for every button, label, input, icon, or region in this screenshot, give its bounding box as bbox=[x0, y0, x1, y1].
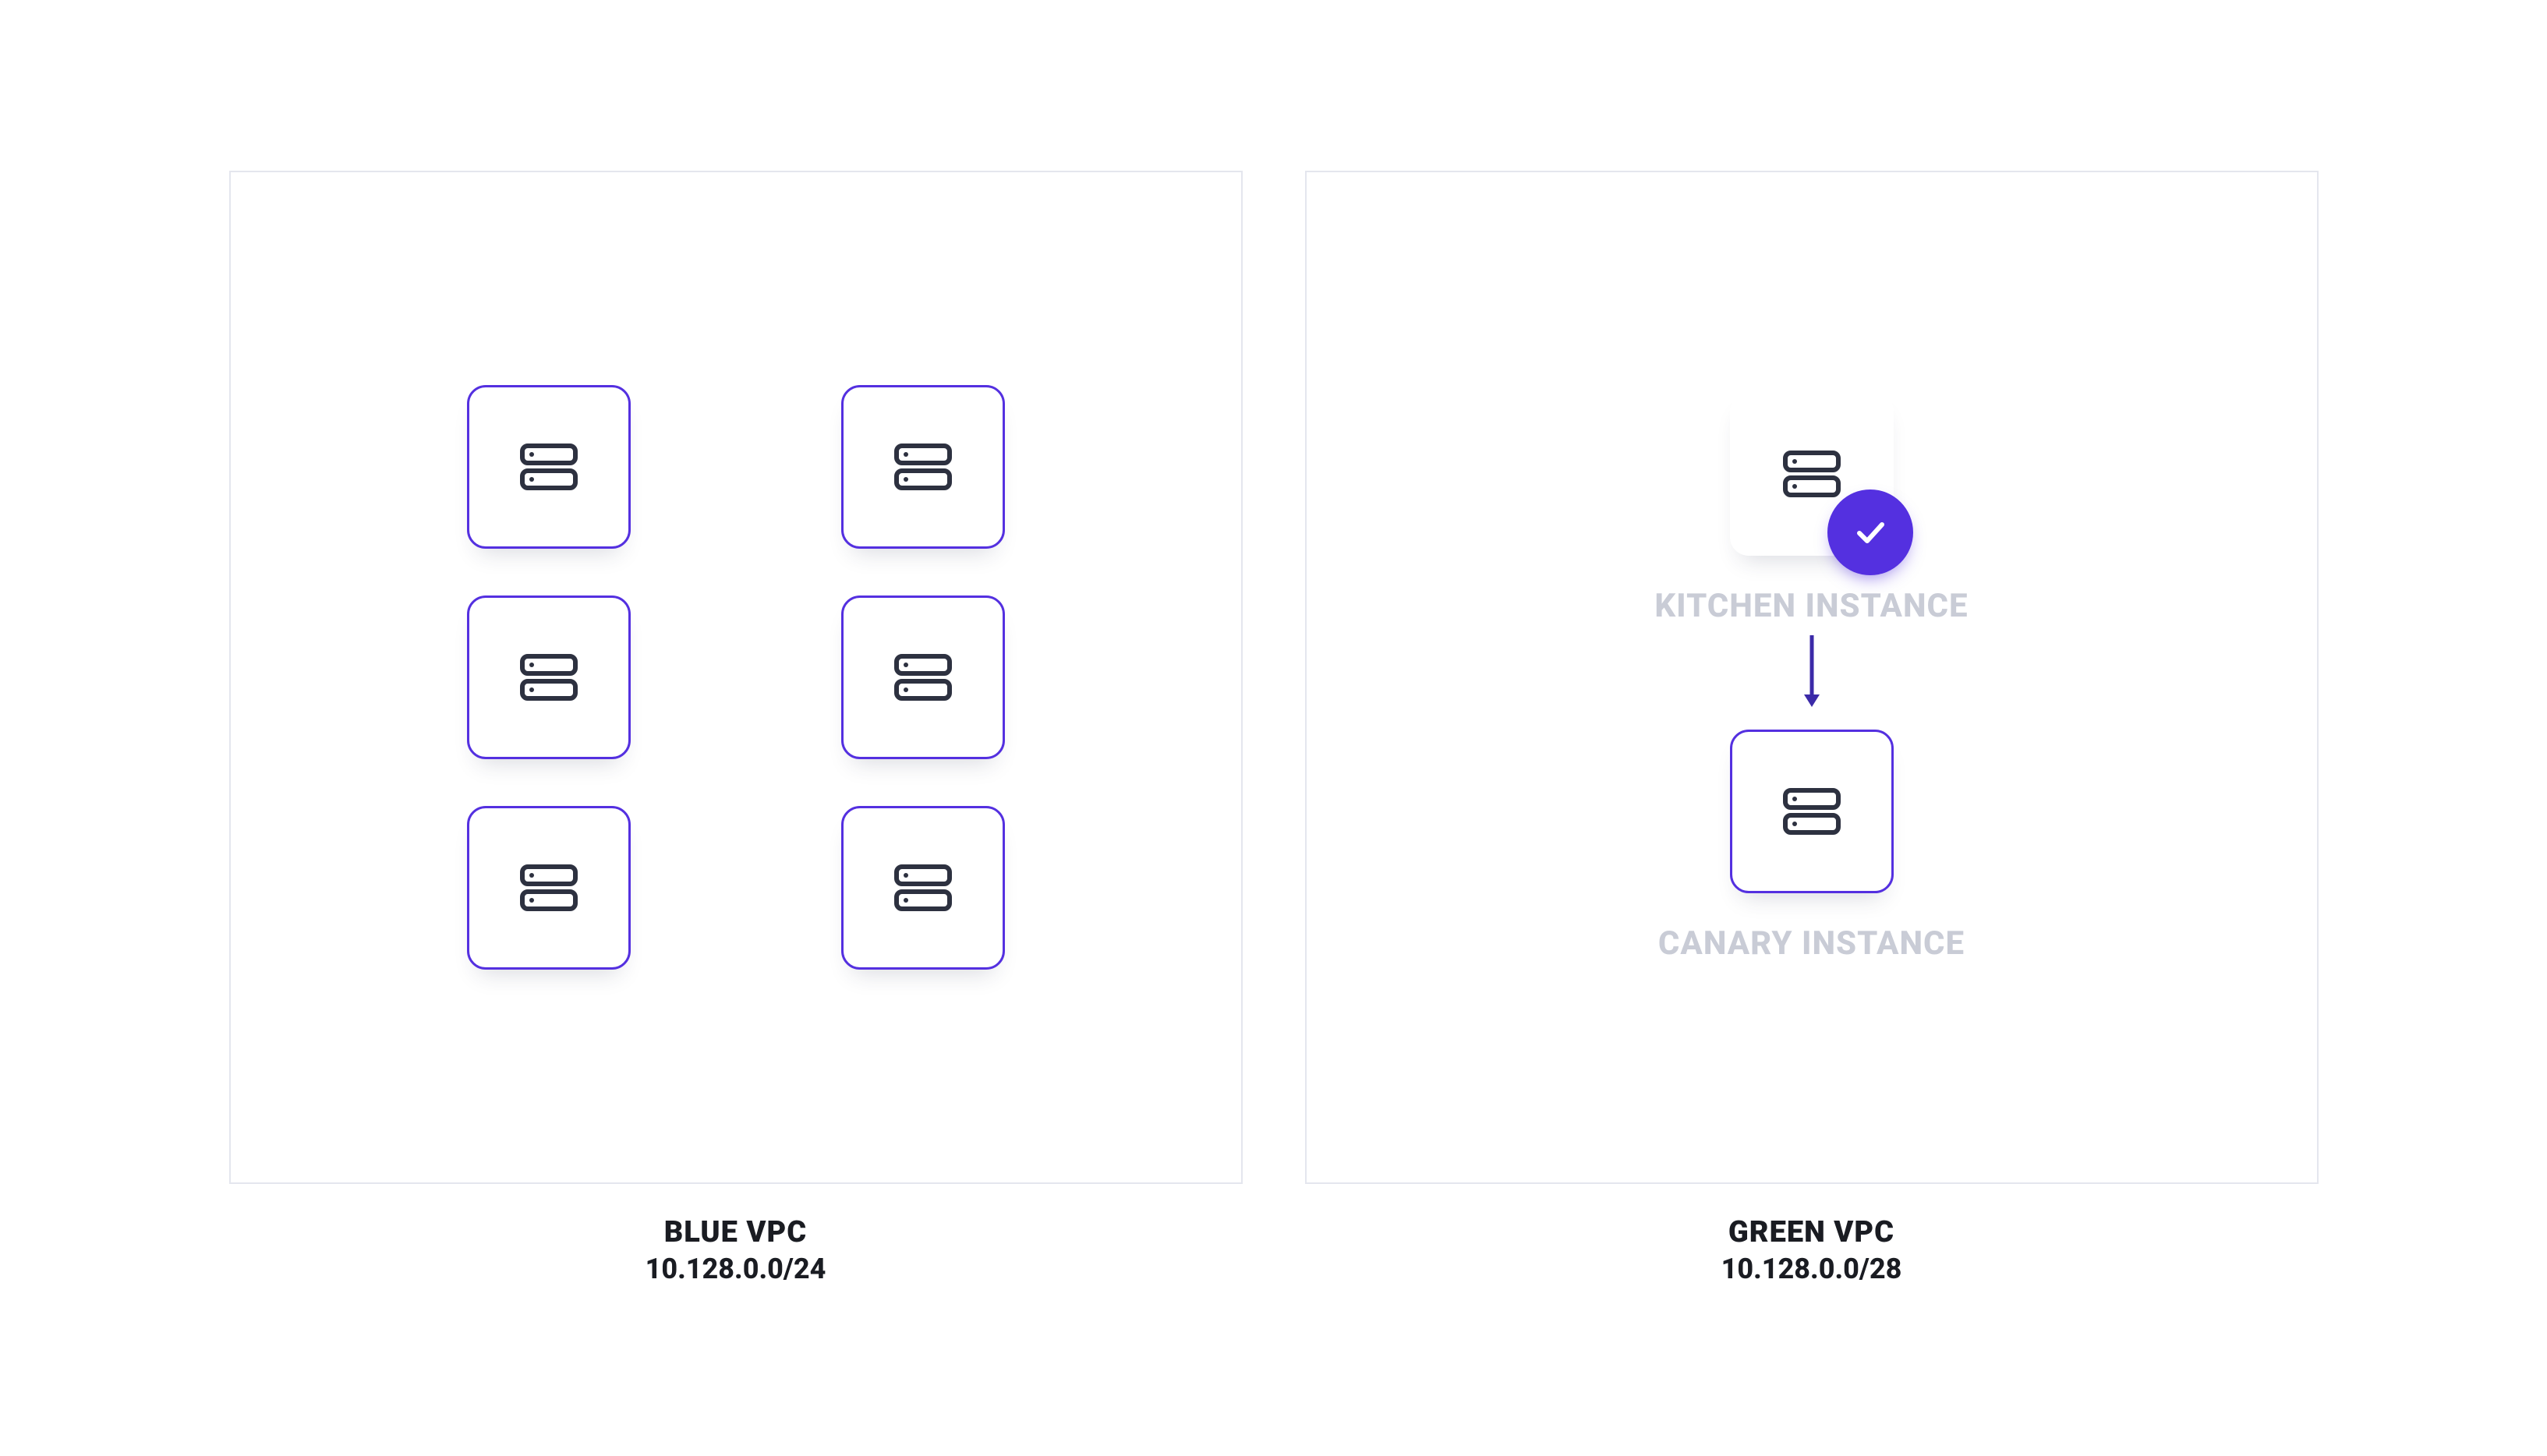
server-instance bbox=[467, 385, 631, 549]
server-instance bbox=[841, 385, 1005, 549]
server-icon bbox=[893, 863, 953, 913]
blue-vpc-column: BLUE VPC 10.128.0.0/24 bbox=[229, 171, 1243, 1285]
kitchen-instance-label: KITCHEN INSTANCE bbox=[1654, 587, 1968, 625]
server-icon bbox=[518, 442, 579, 492]
green-vpc-cidr: 10.128.0.0/28 bbox=[1721, 1253, 1902, 1285]
server-instance bbox=[841, 595, 1005, 759]
server-instance bbox=[841, 806, 1005, 970]
canary-instance-card bbox=[1730, 730, 1894, 893]
canary-instance-label: CANARY INSTANCE bbox=[1658, 924, 1965, 963]
arrow-down-icon bbox=[1802, 628, 1821, 714]
server-icon bbox=[893, 652, 953, 702]
server-icon bbox=[1781, 449, 1842, 499]
green-vpc-caption: GREEN VPC 10.128.0.0/28 bbox=[1721, 1215, 1902, 1285]
server-icon bbox=[893, 442, 953, 492]
blue-vpc-caption: BLUE VPC 10.128.0.0/24 bbox=[646, 1215, 826, 1285]
server-icon bbox=[518, 863, 579, 913]
server-instance bbox=[467, 595, 631, 759]
green-vpc-name: GREEN VPC bbox=[1721, 1215, 1902, 1249]
check-badge-icon bbox=[1827, 489, 1913, 575]
server-icon bbox=[1781, 786, 1842, 836]
server-instance bbox=[467, 806, 631, 970]
server-icon bbox=[518, 652, 579, 702]
green-vpc-inner: KITCHEN INSTANCE bbox=[1654, 392, 1968, 963]
vpc-diagram: BLUE VPC 10.128.0.0/24 bbox=[182, 171, 2365, 1285]
kitchen-instance-group bbox=[1730, 392, 1894, 556]
blue-vpc-cidr: 10.128.0.0/24 bbox=[646, 1253, 826, 1285]
green-vpc-panel: KITCHEN INSTANCE bbox=[1305, 171, 2319, 1184]
green-vpc-column: KITCHEN INSTANCE bbox=[1305, 171, 2319, 1285]
blue-server-grid bbox=[467, 385, 1005, 970]
blue-vpc-panel bbox=[229, 171, 1243, 1184]
blue-vpc-name: BLUE VPC bbox=[646, 1215, 826, 1249]
